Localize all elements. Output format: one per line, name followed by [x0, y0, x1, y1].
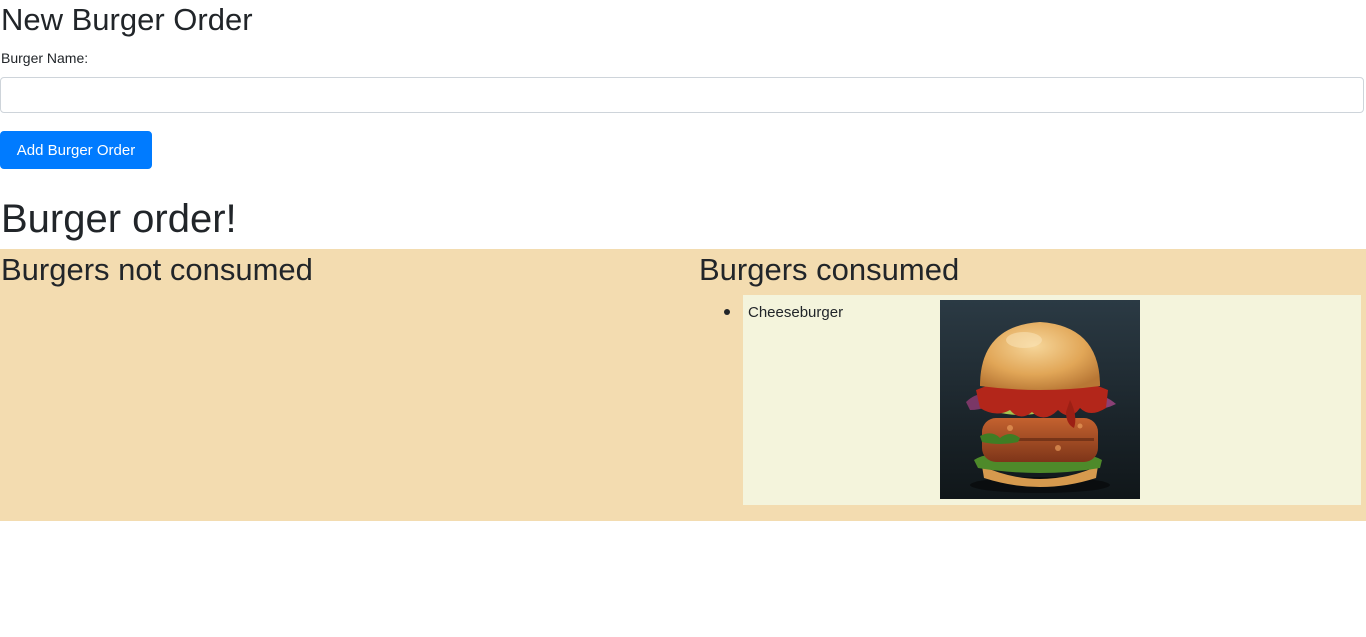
form-title: New Burger Order: [1, 2, 253, 37]
burger-photo: [940, 300, 1140, 499]
bullet-icon: [724, 309, 730, 315]
burger-name-input[interactable]: [0, 77, 1364, 113]
page: New Burger Order Burger Name: Add Burger…: [0, 0, 1366, 637]
consumed-list: Cheeseburger: [724, 295, 1361, 505]
not-consumed-title: Burgers not consumed: [1, 252, 313, 287]
burger-board: Burgers not consumed Burgers consumed Ch…: [0, 249, 1366, 521]
page-heading: Burger order!: [1, 197, 237, 241]
add-burger-order-button[interactable]: Add Burger Order: [0, 131, 152, 169]
burger-name: Cheeseburger: [748, 304, 844, 321]
consumed-title: Burgers consumed: [699, 252, 960, 287]
burger-name-label: Burger Name:: [1, 50, 89, 66]
